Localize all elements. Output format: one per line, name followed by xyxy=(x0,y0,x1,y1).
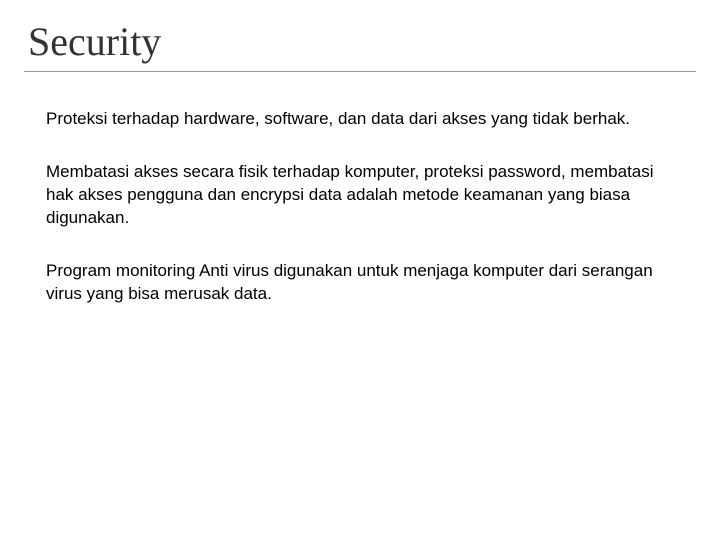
title-block: Security xyxy=(24,18,696,72)
paragraph: Membatasi akses secara fisik terhadap ko… xyxy=(46,161,666,230)
slide-container: Security Proteksi terhadap hardware, sof… xyxy=(0,0,720,540)
paragraph: Program monitoring Anti virus digunakan … xyxy=(46,260,666,306)
paragraph: Proteksi terhadap hardware, software, da… xyxy=(46,108,666,131)
slide-title: Security xyxy=(28,18,696,65)
slide-body: Proteksi terhadap hardware, software, da… xyxy=(24,108,696,306)
